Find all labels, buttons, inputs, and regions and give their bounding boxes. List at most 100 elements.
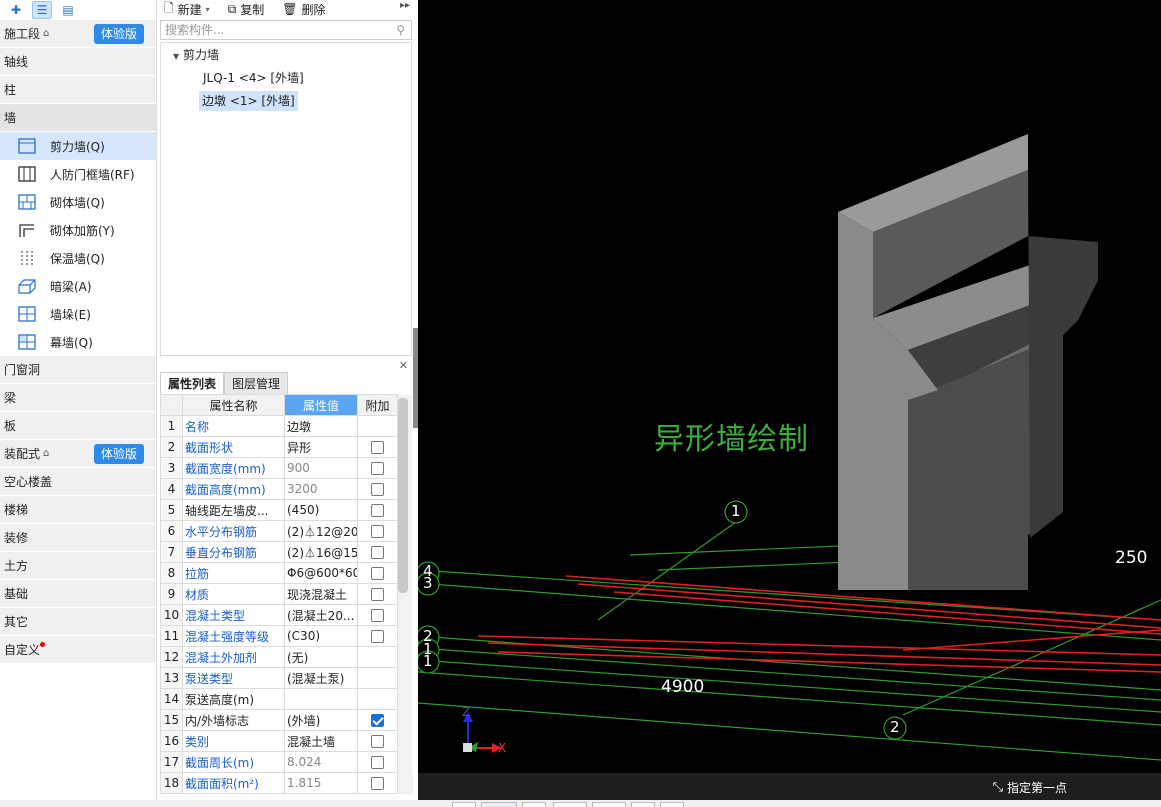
property-value[interactable]: 3200 <box>284 478 358 500</box>
table-row[interactable]: 8拉筋Φ6@600*600 <box>160 562 413 584</box>
tree-item-jlq1[interactable]: JLQ-1 <4> [外墙] <box>203 68 304 88</box>
category-item[interactable]: 施工段 ⌂ 体验版 <box>0 20 156 48</box>
attach-checkbox[interactable] <box>371 462 384 475</box>
category-item[interactable]: 空心楼盖 <box>0 468 156 496</box>
table-row[interactable]: 10 混凝土类型 (混凝土20... <box>160 604 413 626</box>
property-value[interactable]: (无) <box>284 646 358 668</box>
wall-type-item[interactable]: 砌体墙(Q) <box>0 188 156 216</box>
category-item[interactable]: 楼梯 <box>0 496 156 524</box>
property-value[interactable]: 异形 <box>284 436 358 458</box>
table-row[interactable]: 5 轴线距左墙皮... (450) <box>160 499 413 521</box>
category-item[interactable]: 轴线 <box>0 48 156 76</box>
category-item[interactable]: 装配式 ⌂ 体验版 <box>0 440 156 468</box>
category-item[interactable]: 墙 <box>0 104 156 132</box>
table-row[interactable]: 7垂直分布钢筋(2)⏃16@150 <box>160 541 413 563</box>
category-item[interactable]: 梁 <box>0 384 156 412</box>
category-item[interactable]: 装修 <box>0 524 156 552</box>
more-icon[interactable]: ▸▸ <box>400 0 410 11</box>
property-value[interactable]: (混凝土泵) <box>284 667 358 689</box>
new-button[interactable]: 🗋 新建 ▾ <box>164 0 210 20</box>
search-input[interactable]: 搜索构件... ⚲ <box>160 20 412 40</box>
tree-item-biandun[interactable]: 边墩 <1> [外墙] <box>199 91 298 111</box>
table-row[interactable]: 17 截面周长(m) 8.024 <box>160 751 413 773</box>
dropdown-arrow-icon[interactable]: ▾ <box>206 5 210 14</box>
property-value[interactable]: Φ6@600*600 <box>284 562 358 584</box>
bottom-button-7[interactable] <box>660 802 684 807</box>
property-value[interactable]: (外墙) <box>284 709 358 731</box>
table-row[interactable]: 18 截面面积(m²) 1.815 <box>160 772 413 794</box>
attach-checkbox[interactable] <box>371 567 384 580</box>
3d-viewport[interactable]: 异形墙绘制 4900 250 1 2 4 3 2 1 1 Z X <box>418 0 1161 773</box>
attach-checkbox[interactable] <box>371 504 384 517</box>
trial-badge[interactable]: 体验版 <box>93 24 144 44</box>
table-row[interactable]: 13 泵送类型 (混凝土泵) <box>160 667 413 689</box>
table-row[interactable]: 1 名称 边墩 <box>160 415 413 437</box>
wall-type-item[interactable]: 砌体加筋(Y) <box>0 216 156 244</box>
tab-property-list[interactable]: 属性列表 <box>160 372 225 394</box>
table-row[interactable]: 11 混凝土强度等级 (C30) <box>160 625 413 647</box>
trial-badge[interactable]: 体验版 <box>93 444 144 464</box>
attach-checkbox[interactable] <box>371 441 384 454</box>
bottom-button-2[interactable] <box>481 802 517 807</box>
search-icon[interactable]: ⚲ <box>396 21 405 39</box>
table-row[interactable]: 12 混凝土外加剂 (无) <box>160 646 413 668</box>
bottom-button-4[interactable] <box>553 802 587 807</box>
table-row[interactable]: 4 截面高度(mm) 3200 <box>160 478 413 500</box>
property-value[interactable]: 900 <box>284 457 358 479</box>
attach-checkbox[interactable] <box>371 756 384 769</box>
attach-checkbox[interactable] <box>371 609 384 622</box>
vertical-scrollbar[interactable] <box>398 398 408 593</box>
property-value[interactable]: 现浇混凝土 <box>284 583 358 605</box>
property-value[interactable]: (混凝土20... <box>284 604 358 626</box>
bottom-button-5[interactable] <box>592 802 626 807</box>
tab-layer-management[interactable]: 图层管理 <box>224 372 289 394</box>
table-row[interactable]: 3 截面宽度(mm) 900 <box>160 457 413 479</box>
property-value[interactable]: 混凝土墙 <box>284 730 358 752</box>
property-value[interactable]: (450) <box>284 499 358 521</box>
property-value[interactable]: (2)⏃12@200 <box>284 520 358 542</box>
table-row[interactable]: 15 内/外墙标志 (外墙) <box>160 709 413 731</box>
category-item[interactable]: 基础 <box>0 580 156 608</box>
property-value[interactable]: 1.815 <box>284 772 358 794</box>
property-value[interactable]: (C30) <box>284 625 358 647</box>
attach-checkbox[interactable] <box>371 630 384 643</box>
wall-type-item[interactable]: 墙垛(E) <box>0 300 156 328</box>
property-value[interactable]: 边墩 <box>284 415 358 437</box>
property-value[interactable]: (2)⏃16@150 <box>284 541 358 563</box>
delete-button[interactable]: 🗑 删除 <box>282 1 325 18</box>
bottom-button-1[interactable] <box>452 802 476 807</box>
wall-type-item[interactable]: 暗梁(A) <box>0 272 156 300</box>
table-row[interactable]: 14 泵送高度(m) <box>160 688 413 710</box>
wall-type-item[interactable]: 保温墙(Q) <box>0 244 156 272</box>
attach-checkbox[interactable] <box>371 714 384 727</box>
close-icon[interactable]: ✕ <box>399 359 408 372</box>
wall-type-item[interactable]: 剪力墙(Q) <box>0 132 156 160</box>
property-value[interactable]: 8.024 <box>284 751 358 773</box>
category-item[interactable]: 板 <box>0 412 156 440</box>
copy-button[interactable]: ⧉ 复制 <box>228 1 265 18</box>
add-icon[interactable]: ✚ <box>6 1 26 19</box>
attach-checkbox[interactable] <box>371 588 384 601</box>
property-value-header[interactable]: 属性值 <box>284 394 358 416</box>
category-item[interactable]: 土方 <box>0 552 156 580</box>
wall-type-item[interactable]: 人防门框墙(RF) <box>0 160 156 188</box>
attach-checkbox[interactable] <box>371 777 384 790</box>
tree-group-shear-wall[interactable]: ▼ 剪力墙 <box>173 45 219 65</box>
table-row[interactable]: 16 类别 混凝土墙 <box>160 730 413 752</box>
bottom-button-6[interactable] <box>631 802 655 807</box>
category-item[interactable]: 门窗洞 <box>0 356 156 384</box>
collapse-icon[interactable]: ▼ <box>173 52 179 61</box>
bottom-button-3[interactable] <box>522 802 546 807</box>
list-view-icon[interactable]: ☰ <box>32 1 52 19</box>
table-row[interactable]: 9 材质 现浇混凝土 <box>160 583 413 605</box>
detail-view-icon[interactable]: ▤ <box>58 1 78 19</box>
attach-checkbox[interactable] <box>371 735 384 748</box>
attach-checkbox[interactable] <box>371 546 384 559</box>
category-item[interactable]: 自定义 <box>0 636 156 664</box>
category-item[interactable]: 其它 <box>0 608 156 636</box>
attach-checkbox[interactable] <box>371 483 384 496</box>
wall-type-item[interactable]: 幕墙(Q) <box>0 328 156 356</box>
property-value[interactable] <box>284 688 358 710</box>
category-item[interactable]: 柱 <box>0 76 156 104</box>
attach-checkbox[interactable] <box>371 525 384 538</box>
